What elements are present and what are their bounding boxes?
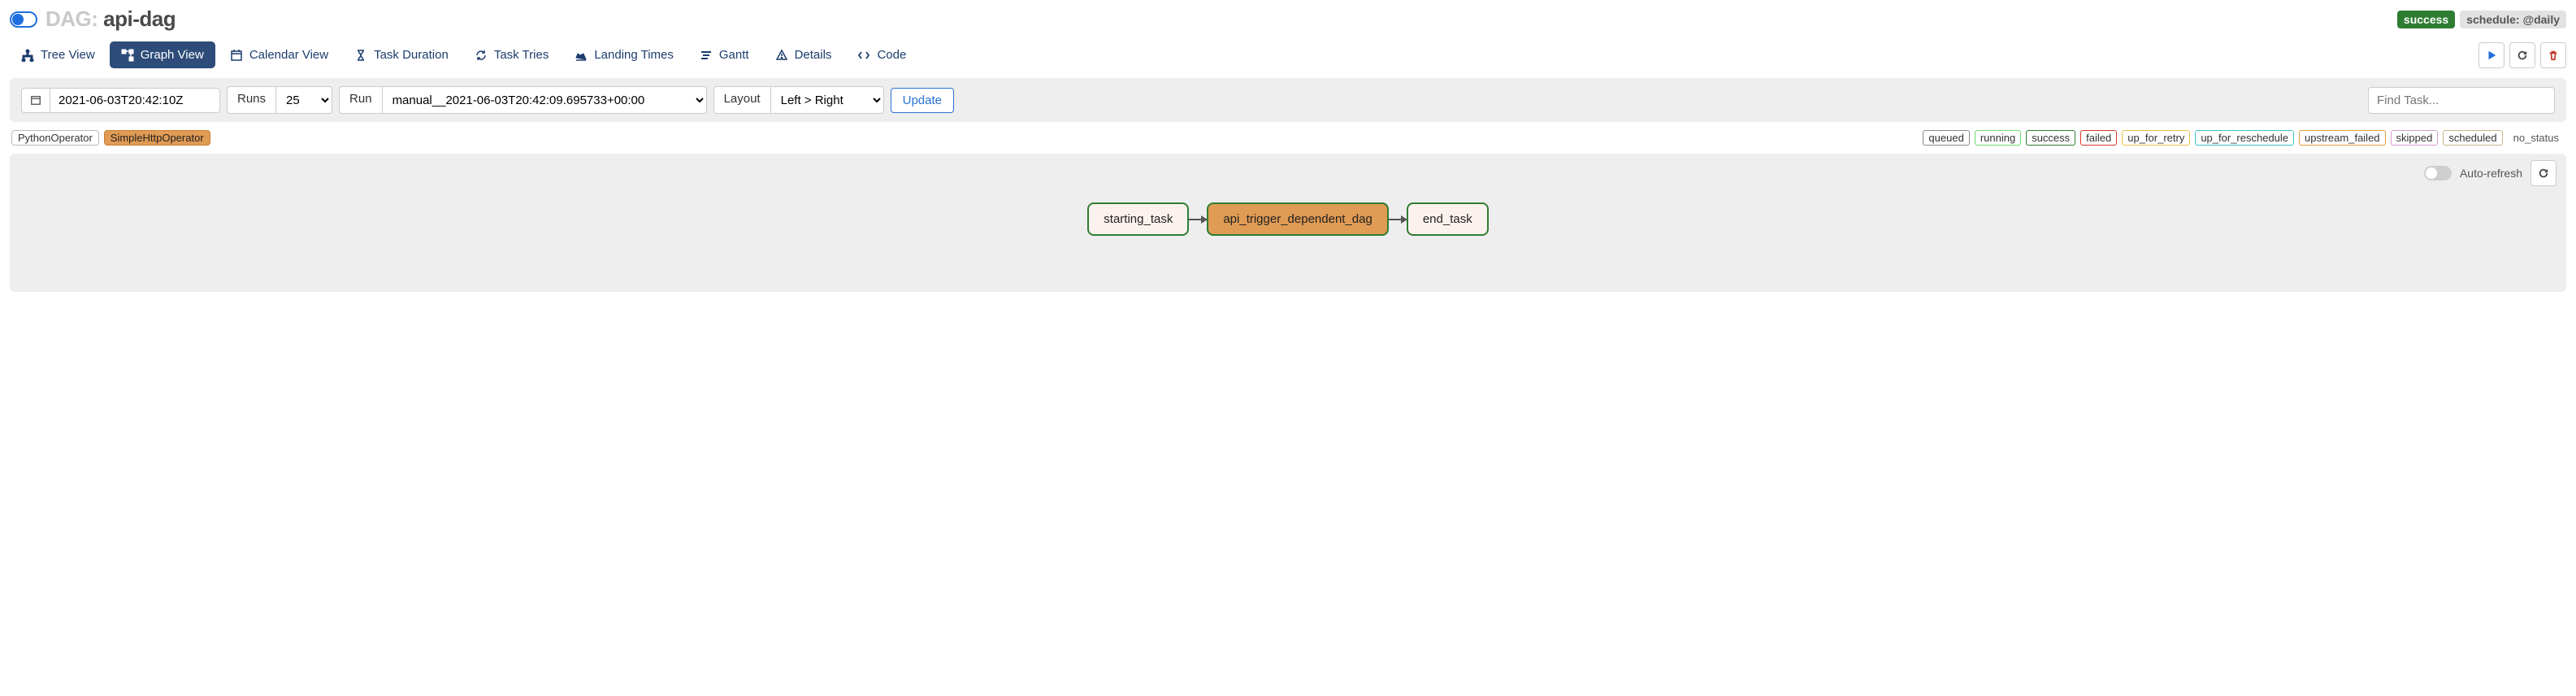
warning-icon	[775, 49, 788, 62]
tab-label: Task Duration	[374, 48, 449, 62]
update-button[interactable]: Update	[891, 88, 954, 113]
run-select[interactable]: manual__2021-06-03T20:42:09.695733+00:00	[382, 86, 707, 114]
operator-chip-python[interactable]: PythonOperator	[11, 130, 99, 146]
layout-select[interactable]: Left > Right	[770, 86, 884, 114]
auto-refresh-toggle[interactable]	[2424, 166, 2452, 181]
tab-label: Landing Times	[594, 48, 674, 62]
landing-icon	[575, 49, 588, 62]
refresh-button[interactable]	[2509, 42, 2535, 68]
tab-label: Graph View	[141, 48, 204, 62]
trigger-dag-button[interactable]	[2478, 42, 2504, 68]
run-label: Run	[339, 86, 382, 114]
tab-graph-view[interactable]: Graph View	[110, 41, 215, 68]
page-title-prefix: DAG:	[46, 7, 103, 31]
layout-label: Layout	[713, 86, 770, 114]
tab-label: Tree View	[41, 48, 95, 62]
tab-code[interactable]: Code	[846, 41, 917, 68]
task-node-starting-task[interactable]: starting_task	[1087, 202, 1189, 236]
operator-chip-http[interactable]: SimpleHttpOperator	[104, 130, 210, 146]
tab-gantt[interactable]: Gantt	[688, 41, 761, 68]
hourglass-icon	[354, 49, 367, 62]
calendar-icon	[230, 49, 243, 62]
auto-refresh-label: Auto-refresh	[2460, 167, 2522, 180]
gantt-icon	[700, 49, 713, 62]
code-icon	[857, 49, 870, 62]
tab-task-duration[interactable]: Task Duration	[343, 41, 460, 68]
state-chip-success[interactable]: success	[2026, 130, 2075, 146]
graph-refresh-button[interactable]	[2530, 160, 2556, 186]
tab-label: Details	[795, 48, 832, 62]
state-chip-queued[interactable]: queued	[1923, 130, 1969, 146]
state-chip-upstream-failed[interactable]: upstream_failed	[2299, 130, 2386, 146]
edge-arrow	[1389, 219, 1407, 220]
state-chip-skipped[interactable]: skipped	[2391, 130, 2439, 146]
task-graph: starting_task api_trigger_dependent_dag …	[20, 202, 2556, 236]
tree-icon	[21, 49, 34, 62]
edge-arrow	[1189, 219, 1207, 220]
runs-label: Runs	[227, 86, 275, 114]
calendar-icon	[21, 88, 50, 113]
state-chip-running[interactable]: running	[1975, 130, 2021, 146]
retry-icon	[475, 49, 488, 62]
tab-label: Gantt	[719, 48, 749, 62]
state-chip-up-for-retry[interactable]: up_for_retry	[2122, 130, 2190, 146]
state-chip-up-for-reschedule[interactable]: up_for_reschedule	[2195, 130, 2294, 146]
state-chip-failed[interactable]: failed	[2080, 130, 2117, 146]
tab-landing-times[interactable]: Landing Times	[563, 41, 685, 68]
task-node-end-task[interactable]: end_task	[1407, 202, 1489, 236]
delete-button[interactable]	[2540, 42, 2566, 68]
tab-label: Calendar View	[249, 48, 328, 62]
tab-label: Task Tries	[494, 48, 549, 62]
find-task-input[interactable]	[2368, 87, 2555, 114]
schedule-badge: schedule: @daily	[2460, 11, 2566, 28]
page-title: DAG: api-dag	[46, 7, 176, 32]
page-title-dag-name: api-dag	[103, 7, 176, 31]
state-chip-no-status[interactable]: no_status	[2508, 130, 2565, 146]
dag-enabled-toggle[interactable]	[10, 11, 37, 28]
tab-task-tries[interactable]: Task Tries	[463, 41, 561, 68]
task-node-api-trigger[interactable]: api_trigger_dependent_dag	[1207, 202, 1389, 236]
tab-tree-view[interactable]: Tree View	[10, 41, 106, 68]
tab-calendar-view[interactable]: Calendar View	[219, 41, 340, 68]
filter-bar: Runs 25 Run manual__2021-06-03T20:42:09.…	[10, 78, 2566, 122]
tab-details[interactable]: Details	[764, 41, 843, 68]
base-date-input[interactable]	[50, 88, 220, 113]
runs-select[interactable]: 25	[275, 86, 332, 114]
tab-label: Code	[877, 48, 906, 62]
status-badge: success	[2397, 11, 2455, 28]
graph-icon	[121, 49, 134, 62]
state-chip-scheduled[interactable]: scheduled	[2443, 130, 2502, 146]
